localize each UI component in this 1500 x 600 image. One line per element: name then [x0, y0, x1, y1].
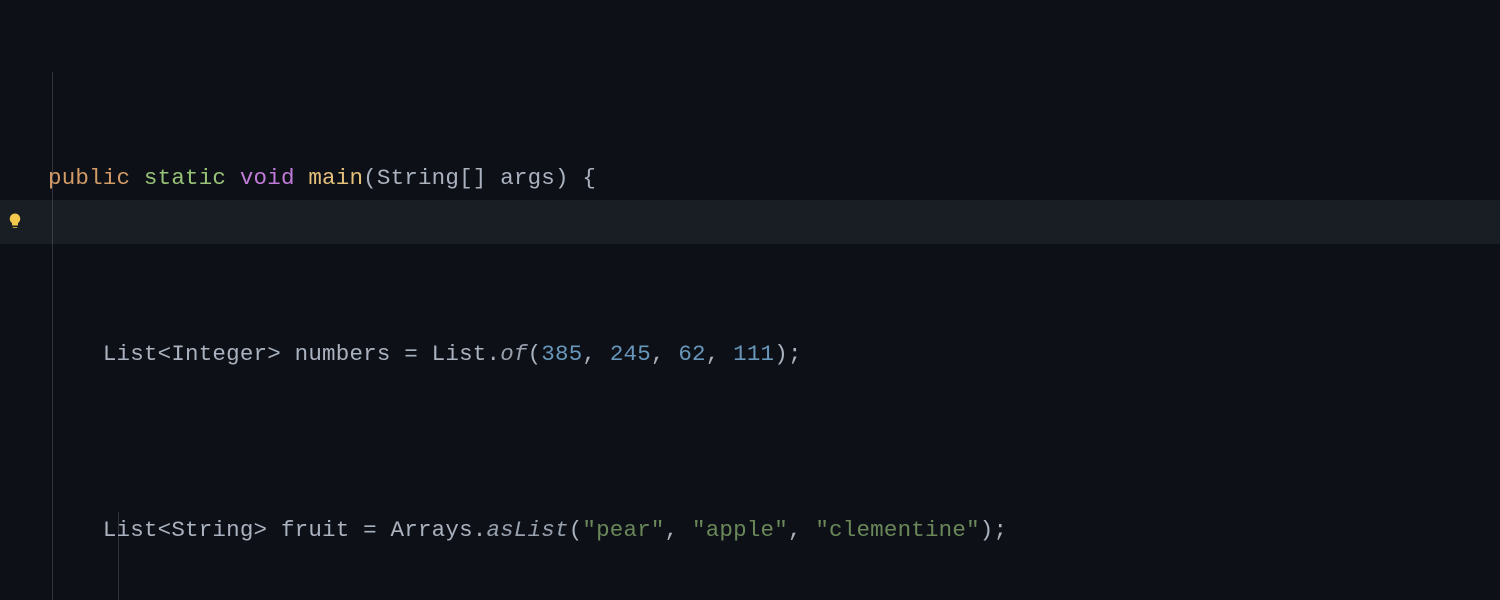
string-literal: "clementine"	[815, 517, 979, 543]
code-line[interactable]: List<Integer> numbers = List.of(385, 245…	[48, 332, 1500, 376]
code-editor[interactable]: public static void main(String[] args) {…	[0, 0, 1500, 600]
code-text: List<Integer> numbers = List.	[103, 341, 500, 367]
punct: (	[363, 165, 377, 191]
code-line[interactable]: List<String> fruit = Arrays.asList("pear…	[48, 508, 1500, 552]
number-literal: 111	[733, 341, 774, 367]
punct: (	[528, 341, 542, 367]
keyword: static	[144, 165, 226, 191]
code-line[interactable]: public static void main(String[] args) {	[48, 156, 1500, 200]
method-name: main	[308, 165, 363, 191]
punct: ) {	[555, 165, 596, 191]
keyword: void	[240, 165, 295, 191]
string-literal: "apple"	[692, 517, 788, 543]
params: String[] args	[377, 165, 555, 191]
string-literal: "pear"	[582, 517, 664, 543]
number-literal: 385	[541, 341, 582, 367]
number-literal: 62	[678, 341, 705, 367]
number-literal: 245	[610, 341, 651, 367]
keyword: public	[48, 165, 130, 191]
method-call: asList	[486, 517, 568, 543]
code-area[interactable]: public static void main(String[] args) {…	[0, 24, 1500, 600]
method-call: of	[500, 341, 527, 367]
punct: );	[774, 341, 801, 367]
code-text: List<String> fruit = Arrays.	[103, 517, 487, 543]
